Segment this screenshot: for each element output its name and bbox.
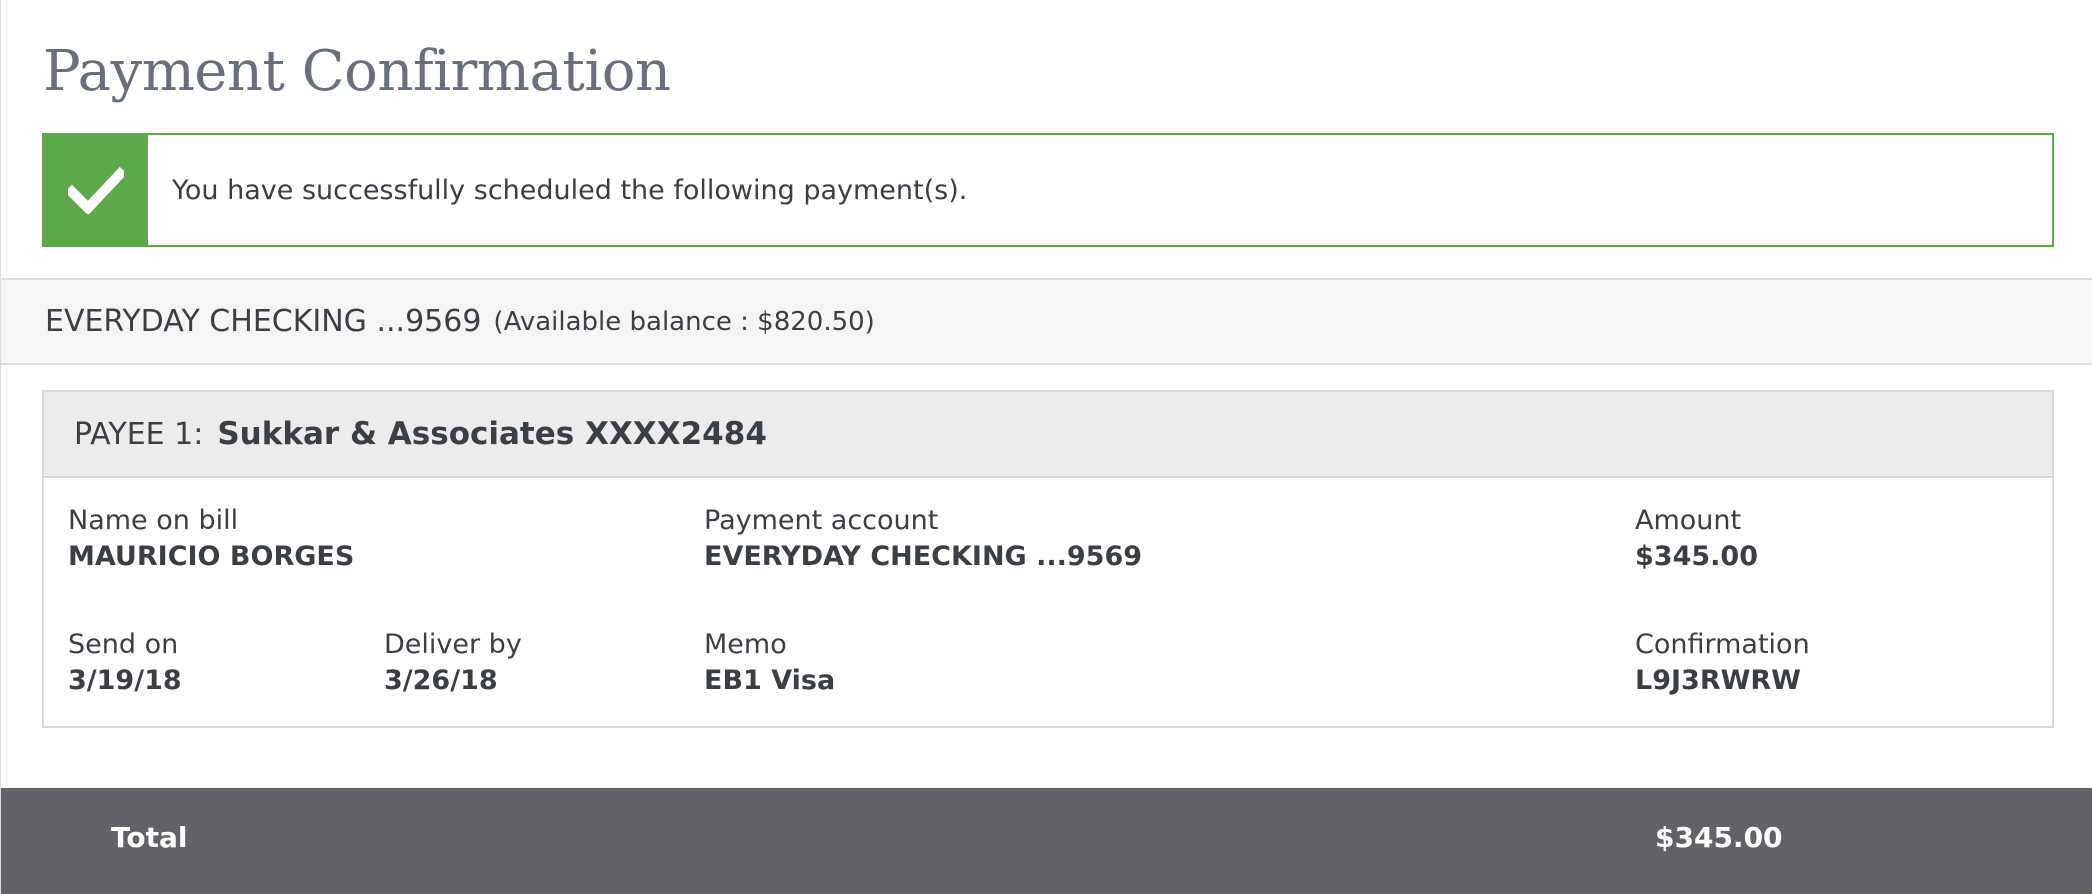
success-icon-box (44, 135, 148, 245)
payee-header: PAYEE 1: Sukkar & Associates XXXX2484 (44, 392, 2052, 478)
name-on-bill-value: MAURICIO BORGES (68, 541, 355, 572)
amount-value: $345.00 (1635, 541, 1758, 572)
payment-account-field: Payment account EVERYDAY CHECKING ...956… (704, 504, 1142, 576)
total-bar: Total $345.00 (1, 788, 2092, 894)
account-name: EVERYDAY CHECKING ...9569 (45, 304, 482, 339)
name-on-bill-label: Name on bill (68, 505, 239, 536)
deliver-by-value: 3/26/18 (384, 665, 498, 696)
payment-account-label: Payment account (704, 505, 939, 536)
account-balance: (Available balance : $820.50) (493, 306, 875, 337)
memo-value: EB1 Visa (704, 665, 836, 696)
send-on-value: 3/19/18 (68, 665, 182, 696)
payment-account-value: EVERYDAY CHECKING ...9569 (704, 541, 1143, 572)
payment-confirmation-page: Payment Confirmation You have successful… (0, 0, 2092, 894)
send-on-field: Send on 3/19/18 (68, 628, 182, 700)
payee-prefix: PAYEE 1: (74, 416, 204, 452)
deliver-by-label: Deliver by (384, 629, 522, 660)
success-message: You have successfully scheduled the foll… (172, 174, 968, 206)
memo-label: Memo (704, 629, 787, 660)
amount-label: Amount (1635, 505, 1742, 536)
payee-card: PAYEE 1: Sukkar & Associates XXXX2484 Na… (42, 390, 2054, 728)
name-on-bill-field: Name on bill MAURICIO BORGES (68, 504, 354, 576)
total-amount: $345.00 (1655, 821, 1783, 854)
success-banner: You have successfully scheduled the foll… (42, 133, 2054, 247)
page-title: Payment Confirmation (43, 39, 671, 104)
account-bar: EVERYDAY CHECKING ...9569 (Available bal… (1, 278, 2092, 365)
amount-field: Amount $345.00 (1635, 504, 1758, 576)
confirmation-value: L9J3RWRW (1635, 665, 1801, 696)
checkmark-icon (68, 166, 124, 214)
confirmation-label: Confirmation (1635, 629, 1810, 660)
payee-name: Sukkar & Associates XXXX2484 (217, 416, 767, 452)
send-on-label: Send on (68, 629, 179, 660)
deliver-by-field: Deliver by 3/26/18 (384, 628, 522, 700)
confirmation-field: Confirmation L9J3RWRW (1635, 628, 1810, 700)
total-label: Total (111, 821, 188, 854)
memo-field: Memo EB1 Visa (704, 628, 835, 700)
